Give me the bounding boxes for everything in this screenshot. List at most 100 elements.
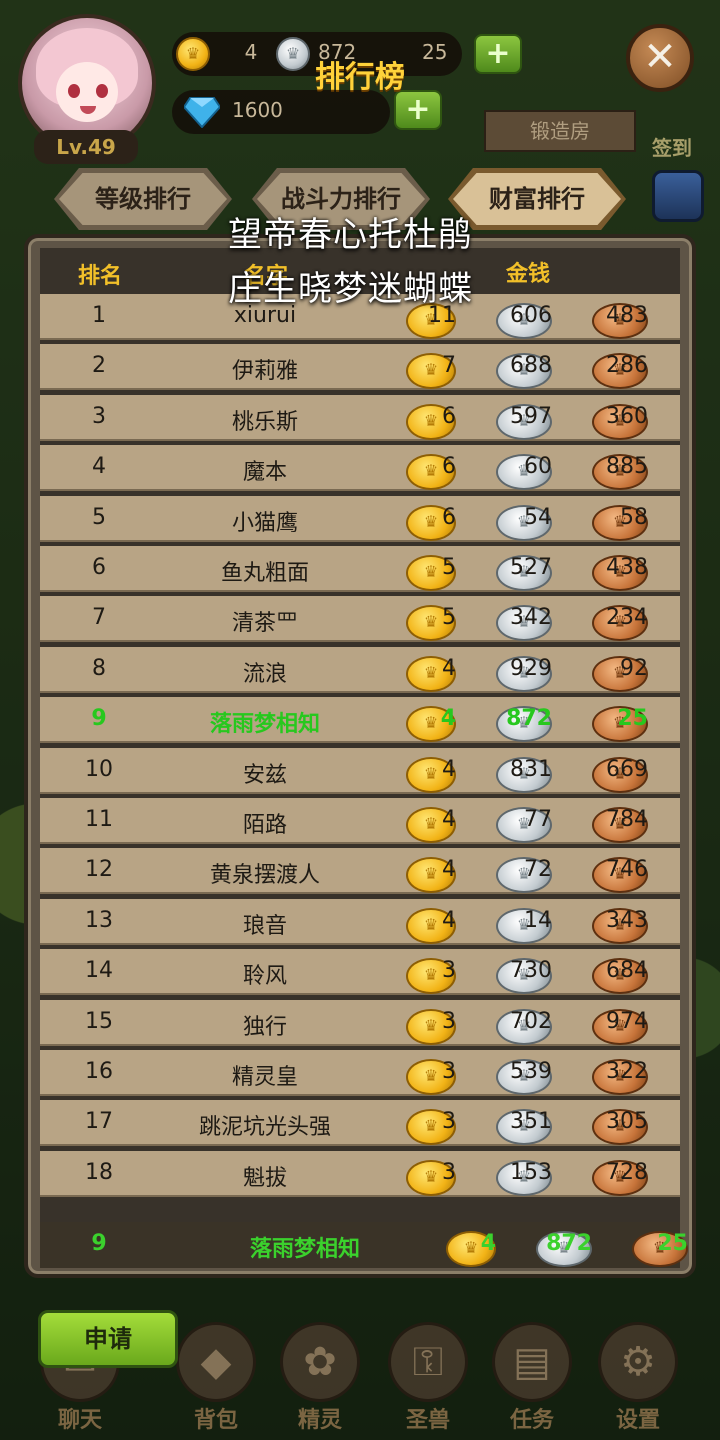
add-currency-button[interactable]: + bbox=[474, 34, 522, 74]
bronze-cell: 885 bbox=[606, 454, 648, 480]
table-row[interactable]: 13 琅音 4 14 343 bbox=[40, 898, 680, 945]
table-row[interactable]: 10 安兹 4 831 669 bbox=[40, 747, 680, 794]
tab-label: 等级排行 bbox=[95, 185, 191, 213]
name-cell: 伊莉雅 bbox=[231, 359, 298, 385]
apply-button[interactable]: 申请 bbox=[38, 1310, 178, 1368]
tab-wealth-ranking[interactable]: 财富排行 bbox=[448, 168, 626, 230]
forge-sign: 锻造房 bbox=[484, 110, 636, 152]
table-row[interactable]: 7 清茶罒 5 342 234 bbox=[40, 596, 680, 643]
bronze-cell: 305 bbox=[606, 1109, 648, 1135]
table-row[interactable]: 8 流浪 4 929 92 bbox=[40, 646, 680, 693]
table-row[interactable]: 11 陌路 4 77 784 bbox=[40, 798, 680, 844]
name-cell: 琅音 bbox=[242, 913, 287, 939]
bronze-cell: 483 bbox=[606, 303, 648, 328]
bronze-cell: 669 bbox=[606, 756, 648, 782]
table-row[interactable]: 2 伊莉雅 7 688 286 bbox=[40, 344, 680, 391]
column-header-money: 金钱 bbox=[506, 262, 551, 287]
gold-cell: 4 bbox=[442, 907, 456, 933]
overlay-poem: 望帝春心托杜鹃 庄生晓梦迷蝴蝶 bbox=[228, 208, 473, 316]
bronze-cell: 234 bbox=[606, 605, 648, 631]
rank-cell: 9 bbox=[91, 706, 107, 732]
nav-label: 任务 bbox=[509, 1408, 554, 1433]
page-title: 排行榜 bbox=[315, 60, 405, 95]
silver-cell: 60 bbox=[524, 454, 552, 480]
table-row[interactable]: 15 独行 3 702 974 bbox=[40, 999, 680, 1046]
nav-beast[interactable]: ⚿ 圣兽 bbox=[378, 1322, 478, 1440]
silver-cell: 730 bbox=[510, 958, 552, 984]
side-menu-icon[interactable] bbox=[652, 170, 704, 222]
checkin-label[interactable]: 签到 bbox=[652, 132, 692, 161]
name-cell: 落雨梦相知 bbox=[209, 712, 320, 738]
poem-line-1: 望帝春心托杜鹃 bbox=[228, 215, 473, 255]
nav-spirit[interactable]: ✿ 精灵 bbox=[270, 1322, 370, 1440]
table-row[interactable]: 4 魔本 6 60 885 bbox=[40, 445, 680, 492]
silver-cell: 342 bbox=[510, 605, 552, 631]
spirit-icon: ✿ bbox=[280, 1322, 360, 1402]
scroll-icon: ▤ bbox=[492, 1322, 572, 1402]
nav-label: 聊天 bbox=[57, 1408, 102, 1433]
diamond-icon bbox=[184, 97, 220, 128]
bronze-cell: 684 bbox=[606, 958, 648, 984]
table-row[interactable]: 5 小猫鹰 6 54 58 bbox=[40, 495, 680, 542]
table-row[interactable]: 3 桃乐斯 6 597 360 bbox=[40, 394, 680, 441]
bronze-cell: 286 bbox=[606, 353, 648, 379]
bronze-cell: 58 bbox=[620, 504, 648, 530]
gold-cell: 4 bbox=[442, 756, 456, 782]
name-cell: 独行 bbox=[242, 1014, 287, 1040]
gold-cell: 6 bbox=[442, 454, 456, 480]
name-cell: 鱼丸粗面 bbox=[220, 561, 309, 586]
name-cell: 魁拔 bbox=[242, 1165, 287, 1191]
tab-label: 财富排行 bbox=[489, 185, 585, 213]
add-diamond-button[interactable]: + bbox=[394, 90, 442, 130]
rank-cell: 14 bbox=[85, 958, 113, 984]
table-row[interactable]: 18 魁拔 3 153 728 bbox=[40, 1150, 680, 1197]
my-bronze: 25 bbox=[657, 1231, 688, 1256]
nav-bag[interactable]: ◆ 背包 bbox=[166, 1322, 266, 1440]
name-cell: 黄泉摆渡人 bbox=[209, 863, 320, 889]
rank-cell: 17 bbox=[85, 1109, 113, 1135]
rank-cell: 7 bbox=[92, 605, 106, 631]
table-row[interactable]: 14 聆风 3 730 684 bbox=[40, 949, 680, 996]
nav-task[interactable]: ▤ 任务 bbox=[482, 1322, 582, 1440]
player-level-badge: Lv.49 bbox=[34, 130, 138, 164]
table-row[interactable]: 9 落雨梦相知 4 872 25 bbox=[40, 697, 680, 744]
rank-cell: 5 bbox=[92, 504, 106, 530]
gold-cell: 7 bbox=[442, 353, 456, 379]
column-header-rank: 排名 bbox=[78, 264, 123, 289]
gold-cell: 4 bbox=[442, 655, 456, 681]
nav-label: 设置 bbox=[615, 1408, 660, 1433]
rank-cell: 15 bbox=[85, 1008, 113, 1034]
gold-cell: 5 bbox=[442, 555, 456, 580]
nav-settings[interactable]: ⚙ 设置 bbox=[588, 1322, 688, 1440]
ranking-list[interactable]: 1xiurui116064832伊莉雅76882863桃乐斯65973604魔本… bbox=[40, 294, 680, 1220]
table-row[interactable]: 16 精灵皇 3 539 322 bbox=[40, 1050, 680, 1096]
name-cell: 精灵皇 bbox=[231, 1065, 298, 1090]
table-row[interactable]: 12 黄泉摆渡人 4 72 746 bbox=[40, 848, 680, 895]
gold-cell: 4 bbox=[442, 807, 456, 832]
gold-cell: 5 bbox=[442, 605, 456, 631]
gold-cell: 6 bbox=[442, 403, 456, 429]
bronze-cell: 25 bbox=[617, 706, 648, 732]
table-row[interactable]: 17 跳泥坑光头强 3 351 305 bbox=[40, 1100, 680, 1147]
name-cell: 魔本 bbox=[242, 460, 287, 486]
nav-label: 背包 bbox=[193, 1408, 238, 1433]
tab-level-ranking[interactable]: 等级排行 bbox=[54, 168, 232, 230]
rank-cell: 16 bbox=[85, 1059, 113, 1084]
bronze-cell: 322 bbox=[606, 1059, 648, 1084]
bronze-cell: 360 bbox=[606, 403, 648, 429]
silver-cell: 351 bbox=[510, 1109, 552, 1135]
silver-cell: 929 bbox=[510, 655, 552, 681]
gold-cell: 3 bbox=[442, 1059, 456, 1084]
rank-cell: 18 bbox=[85, 1159, 113, 1185]
name-cell: 陌路 bbox=[242, 813, 287, 838]
rank-cell: 8 bbox=[92, 655, 106, 681]
rank-cell: 11 bbox=[85, 807, 113, 832]
table-row[interactable]: 6 鱼丸粗面 5 527 438 bbox=[40, 546, 680, 592]
close-button[interactable]: ✕ bbox=[626, 24, 694, 92]
name-cell: 聆风 bbox=[242, 964, 287, 990]
my-gold: 4 bbox=[480, 1231, 496, 1256]
silver-cell: 527 bbox=[510, 555, 552, 580]
rank-cell: 10 bbox=[85, 756, 113, 782]
gold-cell: 3 bbox=[442, 1159, 456, 1185]
silver-cell: 597 bbox=[510, 403, 552, 429]
